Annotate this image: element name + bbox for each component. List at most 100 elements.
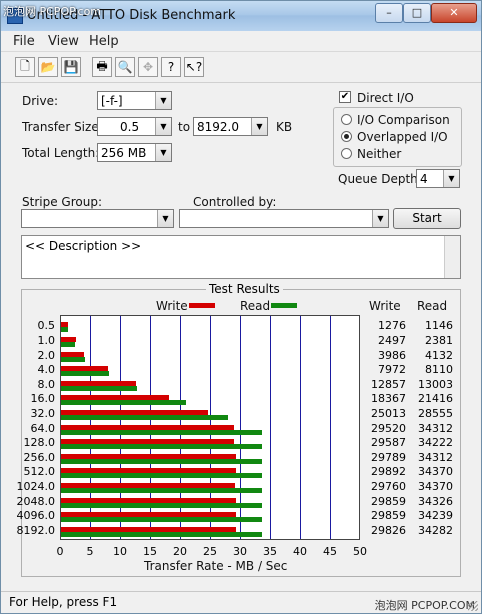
menu-help[interactable]: Help (89, 34, 119, 49)
kb-label: KB (276, 120, 293, 134)
read-value: 34312 (418, 421, 453, 435)
read-value: 34370 (418, 479, 453, 493)
menu-view[interactable]: View (48, 34, 79, 49)
gridline (270, 316, 271, 539)
read-bar (61, 341, 75, 347)
write-legend-swatch (189, 303, 215, 308)
read-value: 34326 (418, 494, 453, 508)
minimize-button[interactable]: – (375, 3, 403, 23)
queue-depth-label: Queue Depth: (338, 172, 422, 186)
read-bar (61, 473, 263, 479)
chevron-down-icon[interactable]: ▼ (251, 118, 267, 135)
y-tick-label: 128.0 (23, 436, 56, 450)
description-textarea[interactable]: << Description >> (21, 235, 461, 279)
total-length-select[interactable]: 256 MB ▼ (97, 143, 172, 162)
y-tick-label: 512.0 (23, 465, 56, 479)
write-value: 3986 (378, 348, 406, 362)
write-value: 12857 (371, 377, 406, 391)
read-bar (61, 414, 229, 420)
neither-label: Neither (357, 147, 402, 161)
drive-select[interactable]: [-f-] ▼ (97, 91, 172, 110)
neither-radio[interactable] (341, 148, 352, 159)
chevron-down-icon[interactable]: ▼ (372, 210, 388, 227)
x-tick-label: 5 (86, 545, 94, 558)
title-bar[interactable]: Untitled - ATTO Disk Benchmark 泡泡网 PCPOP… (1, 1, 481, 31)
drive-value: [-f-] (101, 94, 123, 108)
write-value: 29892 (371, 465, 406, 479)
read-bar (61, 517, 262, 523)
maximize-button[interactable]: □ (403, 3, 431, 23)
queue-depth-select[interactable]: 4 ▼ (416, 169, 460, 188)
x-tick-label: 35 (263, 545, 277, 558)
x-tick-label: 50 (353, 545, 367, 558)
read-bar (61, 487, 263, 493)
description-scrollbar[interactable] (444, 236, 460, 278)
read-legend-swatch (271, 303, 297, 308)
save-icon[interactable]: 💾 (61, 57, 81, 77)
y-tick-label: 32.0 (30, 406, 56, 420)
x-tick-label: 15 (143, 545, 157, 558)
y-tick-label: 16.0 (30, 392, 56, 406)
close-button[interactable]: ✕ (431, 3, 477, 23)
menu-file[interactable]: File (13, 34, 35, 49)
print-preview-icon[interactable]: 🔍 (115, 57, 135, 77)
drive-label: Drive: (22, 94, 59, 108)
chevron-down-icon[interactable]: ▼ (155, 92, 171, 109)
gridline (300, 316, 301, 539)
stripe-group-label: Stripe Group: (22, 195, 102, 209)
overlapped-io-radio[interactable] (341, 131, 352, 142)
move-icon[interactable]: ✥ (138, 57, 158, 77)
write-value: 1276 (378, 319, 406, 333)
direct-io-checkbox[interactable]: ✔ (339, 91, 351, 103)
io-comparison-radio[interactable] (341, 114, 352, 125)
to-label: to (178, 120, 191, 134)
controlled-by-select[interactable]: ▼ (179, 209, 389, 228)
watermark-logo: 泡泡网 PCPOP.com (3, 5, 102, 18)
transfer-size-from-select[interactable]: 0.5 ▼ (97, 117, 172, 136)
open-folder-icon[interactable]: 📂 (38, 57, 58, 77)
x-tick-label: 25 (203, 545, 217, 558)
chevron-down-icon[interactable]: ▼ (443, 170, 459, 187)
y-tick-label: 1024.0 (16, 479, 56, 493)
context-help-icon[interactable]: ↖? (184, 57, 204, 77)
read-value: 34282 (418, 523, 453, 537)
chevron-down-icon[interactable]: ▼ (155, 144, 171, 161)
x-tick-label: 10 (113, 545, 127, 558)
x-tick-label: 30 (233, 545, 247, 558)
chevron-down-icon[interactable]: ▼ (157, 210, 173, 227)
io-comparison-label: I/O Comparison (357, 113, 450, 127)
x-tick-label: 0 (56, 545, 64, 558)
read-column-header: Read (417, 299, 448, 313)
read-value: 13003 (418, 377, 453, 391)
status-text: For Help, press F1 (9, 595, 118, 609)
transfer-size-to-select[interactable]: 8192.0 ▼ (193, 117, 268, 136)
direct-io-label: Direct I/O (357, 91, 414, 105)
print-icon[interactable]: 🖶 (92, 57, 112, 77)
write-value: 29859 (371, 494, 406, 508)
read-bar (61, 502, 263, 508)
queue-depth-value: 4 (420, 172, 428, 186)
write-value: 2497 (378, 333, 406, 347)
description-text: << Description >> (25, 239, 142, 253)
y-tick-label: 4096.0 (16, 509, 56, 523)
y-tick-label: 2048.0 (16, 494, 56, 508)
write-value: 18367 (371, 392, 406, 406)
write-value: 29587 (371, 436, 406, 450)
toolbar: 🗋 📂 💾 🖶 🔍 ✥ ? ↖? (1, 51, 481, 83)
y-tick-label: 2.0 (37, 348, 56, 362)
y-tick-label: 256.0 (23, 450, 56, 464)
write-value: 29520 (371, 421, 406, 435)
start-button[interactable]: Start (393, 208, 461, 229)
resize-grip-icon[interactable] (468, 601, 478, 611)
read-bar (61, 429, 263, 435)
write-legend-label: Write (156, 299, 188, 313)
read-value: 8110 (425, 363, 453, 377)
chevron-down-icon[interactable]: ▼ (155, 118, 171, 135)
help-icon[interactable]: ? (161, 57, 181, 77)
write-value: 25013 (371, 406, 406, 420)
y-tick-label: 8.0 (37, 377, 56, 391)
new-file-icon[interactable]: 🗋 (15, 57, 35, 77)
stripe-group-select[interactable]: ▼ (21, 209, 174, 228)
transfer-from-value: 0.5 (120, 120, 140, 134)
read-bar (61, 458, 263, 464)
